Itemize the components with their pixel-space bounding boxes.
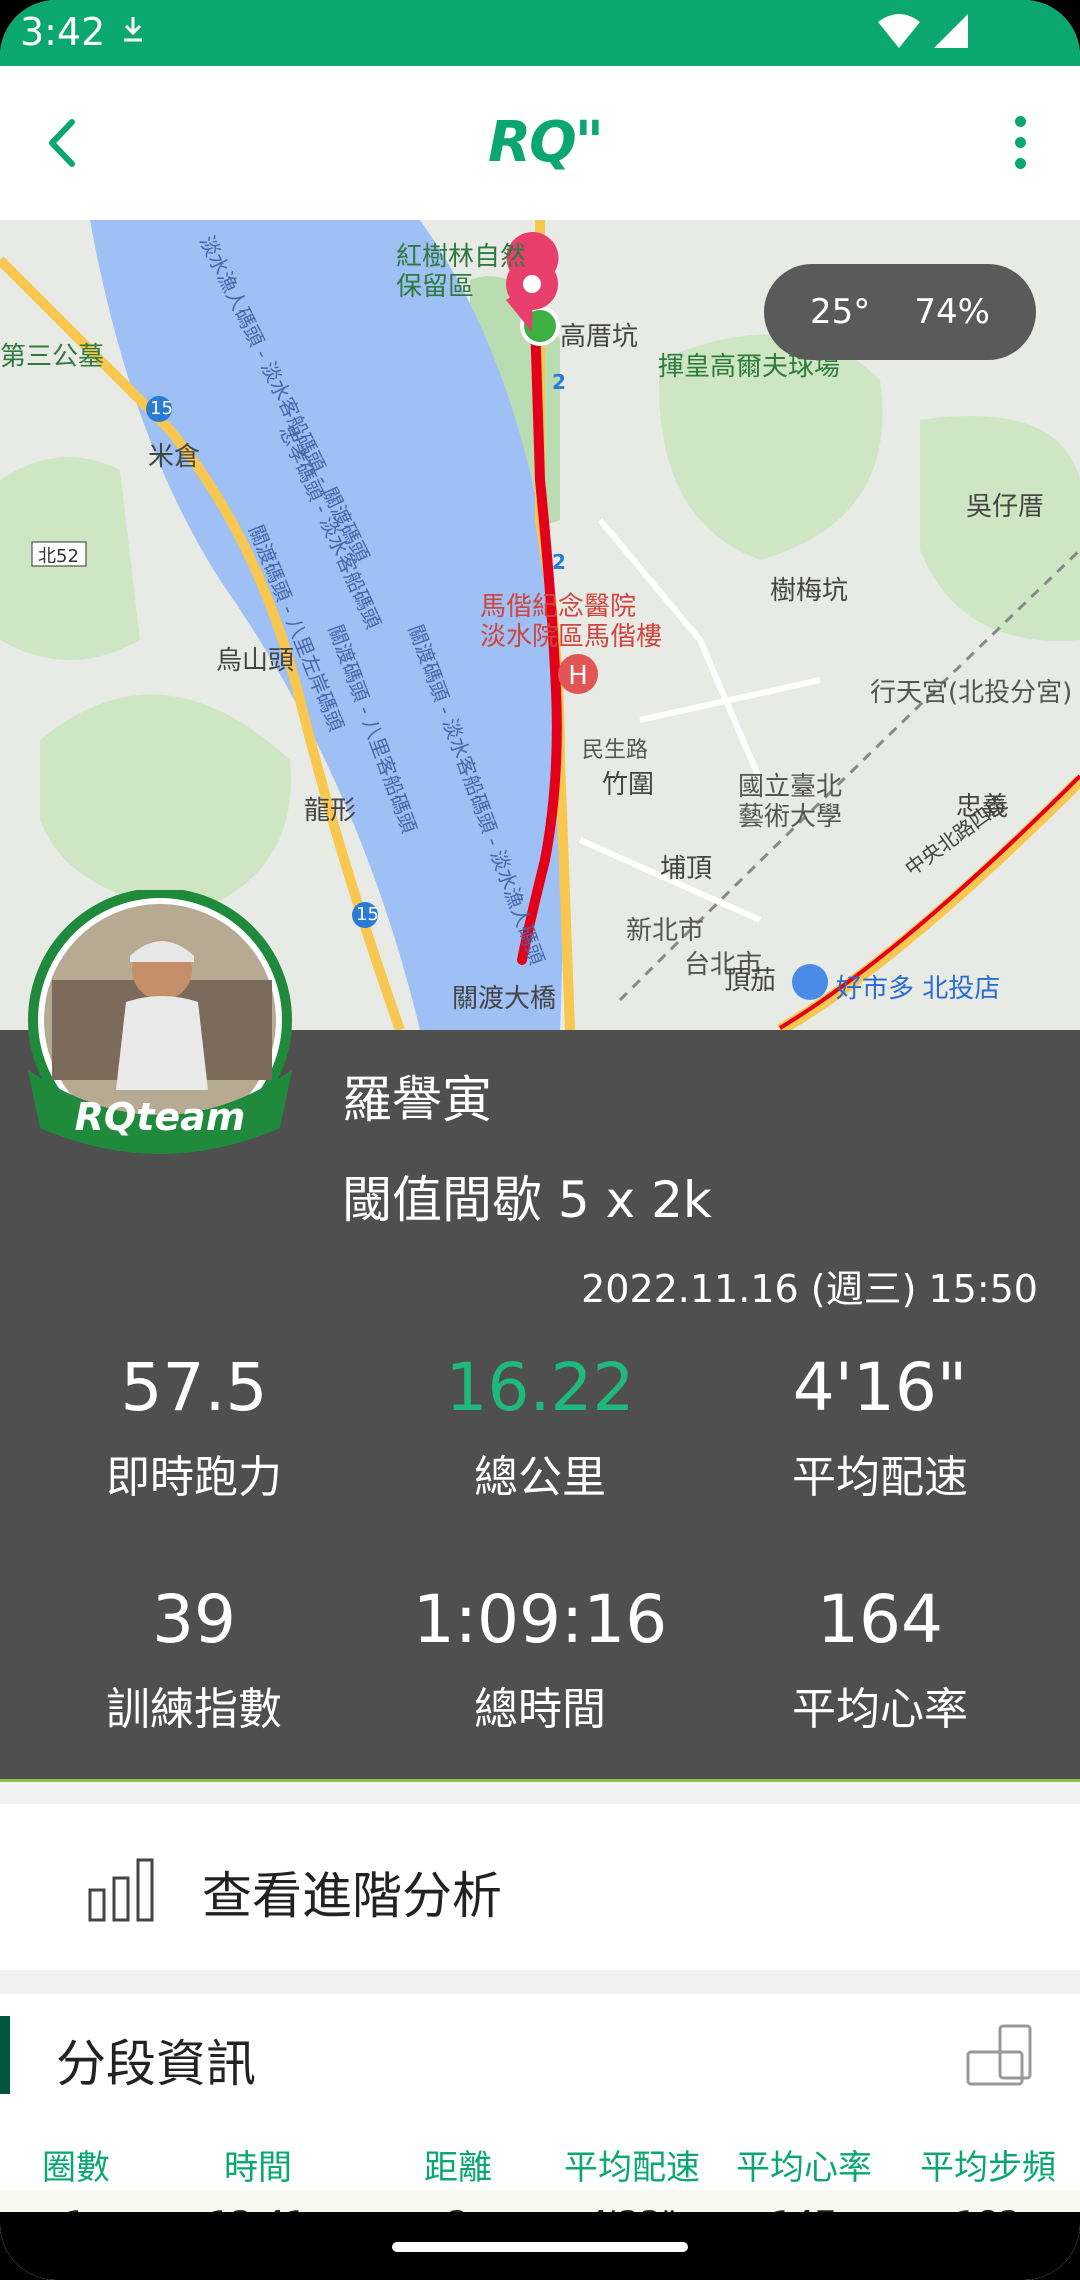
map-label-dingjia: 頂茄 bbox=[724, 966, 777, 996]
stat-value: 4'16" bbox=[792, 1349, 968, 1426]
map-label-sangong: 第三公墓 bbox=[0, 342, 105, 372]
humidity-value: 74% bbox=[914, 292, 990, 332]
map-park-area bbox=[920, 416, 1080, 641]
map-park-area bbox=[40, 694, 291, 910]
lap-col-header: 距離 bbox=[424, 2148, 492, 2188]
more-options-button[interactable] bbox=[1000, 116, 1040, 176]
map-label-minsheng: 民生路 bbox=[582, 738, 649, 763]
stat-avg-heart-rate: 164 平均心率 bbox=[710, 1580, 1050, 1736]
signal-icon bbox=[934, 14, 968, 48]
rotate-screen-icon[interactable] bbox=[966, 2024, 1036, 2088]
home-gesture-handle[interactable] bbox=[392, 2242, 688, 2252]
lap-info-title: 分段資訊 bbox=[56, 2035, 256, 2093]
map-label-guandu-bridge: 關渡大橋 bbox=[452, 984, 557, 1014]
map-label-gaoxunkeng: 高厝坑 bbox=[560, 322, 639, 352]
stat-running-power: 57.5 即時跑力 bbox=[24, 1348, 364, 1504]
stat-value: 1:09:16 bbox=[412, 1581, 668, 1658]
map-label-arts-univ: 國立臺北 藝術大學 bbox=[738, 772, 843, 832]
panel-divider bbox=[0, 1779, 1080, 1782]
map-label-rossmart: 好市多 北投店 bbox=[836, 974, 1001, 1004]
map-label-shumeikeng: 樹梅坑 bbox=[770, 576, 849, 606]
stat-label: 總時間 bbox=[474, 1684, 606, 1735]
stat-label: 平均心率 bbox=[792, 1684, 968, 1735]
avatar-shirt bbox=[116, 996, 208, 1090]
map-label-road-15-south: 15 bbox=[356, 904, 379, 925]
map-label-new-taipei: 新北市 bbox=[626, 916, 705, 946]
stat-value: 16.22 bbox=[445, 1349, 635, 1426]
map-label-zhuwei: 竹圍 bbox=[602, 770, 655, 800]
advanced-analysis-label: 查看進階分析 bbox=[202, 1867, 502, 1925]
lap-col-header: 平均心率 bbox=[736, 2148, 872, 2188]
temperature-value: 25° bbox=[810, 292, 871, 332]
stat-label: 總公里 bbox=[474, 1452, 606, 1503]
shopping-pin-icon[interactable] bbox=[792, 964, 828, 1000]
bar-chart-icon bbox=[88, 1858, 154, 1922]
lap-col-header: 時間 bbox=[224, 2148, 292, 2188]
workout-title: 閾值間歇 5 x 2k bbox=[342, 1171, 712, 1229]
stat-label: 訓練指數 bbox=[106, 1684, 282, 1735]
hospital-pin-label: H bbox=[568, 661, 588, 691]
map-label-hospital: 馬偕紀念醫院 淡水院區馬偕樓 bbox=[480, 592, 663, 652]
stat-avg-pace: 4'16" 平均配速 bbox=[710, 1348, 1050, 1504]
stat-value: 39 bbox=[152, 1581, 236, 1658]
user-name: 羅譽寅 bbox=[342, 1071, 492, 1129]
map-label-wuzicuo: 吳仔厝 bbox=[966, 492, 1045, 522]
app-logo: RQ" bbox=[488, 110, 604, 175]
avatar[interactable]: RQteam bbox=[22, 890, 298, 1166]
stat-training-index: 39 訓練指數 bbox=[24, 1580, 364, 1736]
status-bar: 3:42 bbox=[0, 0, 1080, 66]
dot-icon bbox=[1014, 158, 1026, 169]
advanced-analysis-button[interactable]: 查看進階分析 bbox=[0, 1804, 1080, 1970]
map-label-buding: 埔頂 bbox=[660, 854, 713, 884]
map-label-wushantou: 烏山頭 bbox=[216, 646, 295, 676]
stat-label: 平均配速 bbox=[792, 1452, 968, 1503]
map-label-route-2b: 2 bbox=[552, 550, 566, 574]
map-label-route-2: 2 bbox=[552, 370, 566, 394]
wifi-icon bbox=[878, 14, 920, 48]
team-badge-text: RQteam bbox=[75, 1095, 246, 1139]
lap-col-header: 平均步頻 bbox=[920, 2148, 1056, 2188]
download-icon bbox=[124, 17, 142, 42]
map-label-longxing: 龍形 bbox=[304, 796, 357, 826]
back-button[interactable] bbox=[30, 108, 100, 178]
map-label-mican: 米倉 bbox=[148, 442, 201, 472]
lap-col-header: 圈數 bbox=[42, 2148, 110, 2188]
dot-icon bbox=[1014, 137, 1026, 148]
stat-total-km: 16.22 總公里 bbox=[370, 1348, 710, 1504]
section-accent-bar bbox=[0, 2016, 10, 2094]
map-label-mangrove: 紅樹林自然 保留區 bbox=[396, 242, 527, 302]
lap-col-header: 平均配速 bbox=[564, 2148, 700, 2188]
lap-table-header: 圈數 時間 距離 平均配速 平均心率 平均步頻 bbox=[0, 2140, 1080, 2188]
stat-total-time: 1:09:16 總時間 bbox=[370, 1580, 710, 1736]
map-label-road-n52: 北52 bbox=[38, 546, 79, 567]
dot-icon bbox=[1014, 116, 1026, 127]
map-label-road-15: 15 bbox=[150, 398, 173, 419]
stat-label: 即時跑力 bbox=[106, 1452, 282, 1503]
map-label-xingtiangong: 行天宮(北投分宮) bbox=[870, 678, 1073, 708]
weather-pill: 25° 74% bbox=[764, 264, 1036, 360]
screen: 3:42 RQ" H 紅樹林自然 保留區 高厝坑 揮皇高爾夫球場 吳仔厝 馬偕紀… bbox=[0, 0, 1080, 2280]
stat-value: 164 bbox=[817, 1581, 943, 1658]
app-bar: RQ" bbox=[0, 66, 1080, 220]
workout-datetime: 2022.11.16 (週三) 15:50 bbox=[581, 1267, 1038, 1311]
status-time: 3:42 bbox=[20, 10, 106, 54]
stat-value: 57.5 bbox=[120, 1349, 268, 1426]
